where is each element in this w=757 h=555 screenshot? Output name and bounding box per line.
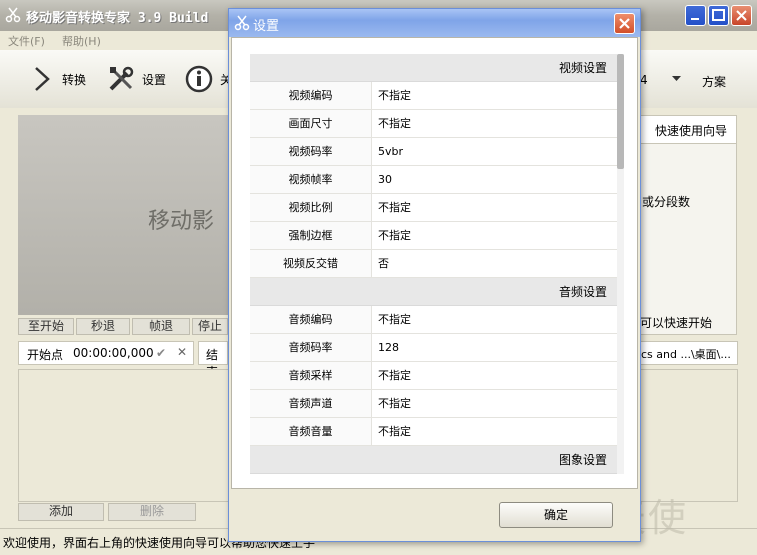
setting-key: 视频帧率 — [250, 166, 372, 193]
setting-value[interactable]: 不指定 — [378, 82, 411, 109]
minimize-icon — [691, 18, 699, 20]
setting-value[interactable]: 不指定 — [378, 110, 411, 137]
setting-row[interactable]: 强制边框 不指定 — [250, 222, 617, 250]
setting-row[interactable]: 音频编码 不指定 — [250, 306, 617, 334]
scrollbar-thumb[interactable] — [617, 54, 624, 169]
section-video: 视频设置 — [250, 54, 617, 82]
tools-icon — [109, 66, 134, 91]
setting-key: 音频采样 — [250, 362, 372, 389]
menu-help[interactable]: 帮助(H) — [62, 33, 101, 49]
scissors-icon — [234, 15, 250, 31]
info-icon — [185, 65, 213, 93]
delete-button[interactable]: 删除 — [108, 503, 196, 521]
minimize-button[interactable] — [685, 5, 706, 26]
setting-value[interactable]: 128 — [378, 334, 399, 361]
setting-key: 视频反交错 — [250, 250, 372, 277]
to-start-button[interactable]: 至开始 — [18, 318, 74, 335]
dialog-title: 设置 — [253, 19, 280, 34]
setting-row[interactable]: 音频声道 不指定 — [250, 390, 617, 418]
setting-key: 视频编码 — [250, 82, 372, 109]
start-point-bar: 开始点 00:00:00,000 ✔ ✕ — [18, 341, 194, 365]
split-count-label: 或分段数 — [642, 195, 691, 209]
setting-key: 音频编码 — [250, 306, 372, 333]
seconds-back-button[interactable]: 秒退 — [76, 318, 130, 335]
setting-key: 画面尺寸 — [250, 110, 372, 137]
frame-back-button[interactable]: 帧退 — [132, 318, 190, 335]
clear-icon[interactable]: ✕ — [177, 345, 187, 359]
setting-row[interactable]: 视频码率 5vbr — [250, 138, 617, 166]
setting-value[interactable]: 30 — [378, 166, 392, 193]
setting-key: 强制边框 — [250, 222, 372, 249]
setting-value[interactable]: 不指定 — [378, 418, 411, 445]
dialog-close-button[interactable] — [614, 13, 635, 34]
setting-value[interactable]: 不指定 — [378, 306, 411, 333]
start-point-label: 开始点 — [27, 348, 64, 362]
stop-button[interactable]: 停止 — [192, 318, 228, 335]
section-image-title: 图象设置 — [558, 453, 607, 467]
check-icon[interactable]: ✔ — [156, 346, 166, 360]
setting-row[interactable]: 视频帧率 30 — [250, 166, 617, 194]
setting-row[interactable]: 音频音量 不指定 — [250, 418, 617, 446]
setting-value[interactable]: 不指定 — [378, 222, 411, 249]
scissors-icon — [5, 7, 21, 23]
main-close-button[interactable] — [731, 5, 752, 26]
play-icon — [35, 67, 50, 91]
right-panel: 快速使用向导 或分段数 — [636, 115, 737, 335]
setting-key: 视频比例 — [250, 194, 372, 221]
scheme-button[interactable]: 方案 — [702, 73, 726, 90]
maximize-icon — [712, 9, 725, 21]
section-audio-title: 音频设置 — [558, 285, 607, 299]
ok-button[interactable]: 确定 — [499, 502, 613, 528]
about-button[interactable]: 关 — [183, 64, 233, 94]
setting-row[interactable]: 视频编码 不指定 — [250, 82, 617, 110]
settings-list: 视频设置 视频编码 不指定 画面尺寸 不指定 视频码率 5vbr 视频帧率 30 视频比… — [250, 54, 617, 474]
profile-number: 4 — [640, 73, 648, 87]
menu-file[interactable]: 文件(F) — [8, 33, 45, 49]
setting-value[interactable]: 否 — [378, 250, 389, 277]
preview-title: 移动影 — [148, 209, 215, 234]
app-title: 移动影音转换专家 3.9 Build — [26, 11, 209, 26]
end-point-bar: 结束 — [198, 341, 228, 379]
setting-row[interactable]: 画面尺寸 不指定 — [250, 110, 617, 138]
setting-key: 音频声道 — [250, 390, 372, 417]
setting-value[interactable]: 不指定 — [378, 194, 411, 221]
dropdown-arrow-icon[interactable] — [672, 76, 681, 82]
setting-row[interactable]: 音频码率 128 — [250, 334, 617, 362]
quick-guide-label: 快速使用向导 — [655, 124, 728, 138]
section-video-title: 视频设置 — [558, 61, 607, 75]
quick-start-text: 可以快速开始 — [640, 316, 713, 330]
section-image: 图象设置 — [250, 446, 617, 474]
settings-dialog: 设置 视频设置 视频编码 不指定 画面尺寸 不指定 视频码率 5vbr 视频帧率 30 … — [228, 8, 641, 542]
convert-button[interactable]: 转换 — [30, 64, 100, 94]
close-icon — [736, 10, 747, 21]
settings-panel: 视频设置 视频编码 不指定 画面尺寸 不指定 视频码率 5vbr 视频帧率 30 视频比… — [231, 37, 638, 489]
settings-label: 设置 — [142, 73, 167, 87]
setting-key: 音频码率 — [250, 334, 372, 361]
convert-label: 转换 — [62, 73, 87, 87]
setting-value[interactable]: 不指定 — [378, 390, 411, 417]
setting-row[interactable]: 视频反交错否 — [250, 250, 617, 278]
output-path-text: cs and ...\桌面\... — [641, 348, 731, 361]
settings-button[interactable]: 设置 — [105, 64, 175, 94]
setting-key: 视频码率 — [250, 138, 372, 165]
start-time-field[interactable]: 00:00:00,000 — [73, 346, 154, 360]
quick-guide-button[interactable]: 快速使用向导 — [637, 116, 736, 144]
section-audio: 音频设置 — [250, 278, 617, 306]
dialog-titlebar — [229, 9, 640, 37]
setting-row[interactable]: 音频采样 不指定 — [250, 362, 617, 390]
setting-value[interactable]: 不指定 — [378, 362, 411, 389]
close-icon — [619, 18, 630, 29]
setting-row[interactable]: 视频比例 不指定 — [250, 194, 617, 222]
maximize-button[interactable] — [708, 5, 729, 26]
setting-value[interactable]: 5vbr — [378, 138, 403, 165]
add-button[interactable]: 添加 — [18, 503, 104, 521]
setting-key: 音频音量 — [250, 418, 372, 445]
